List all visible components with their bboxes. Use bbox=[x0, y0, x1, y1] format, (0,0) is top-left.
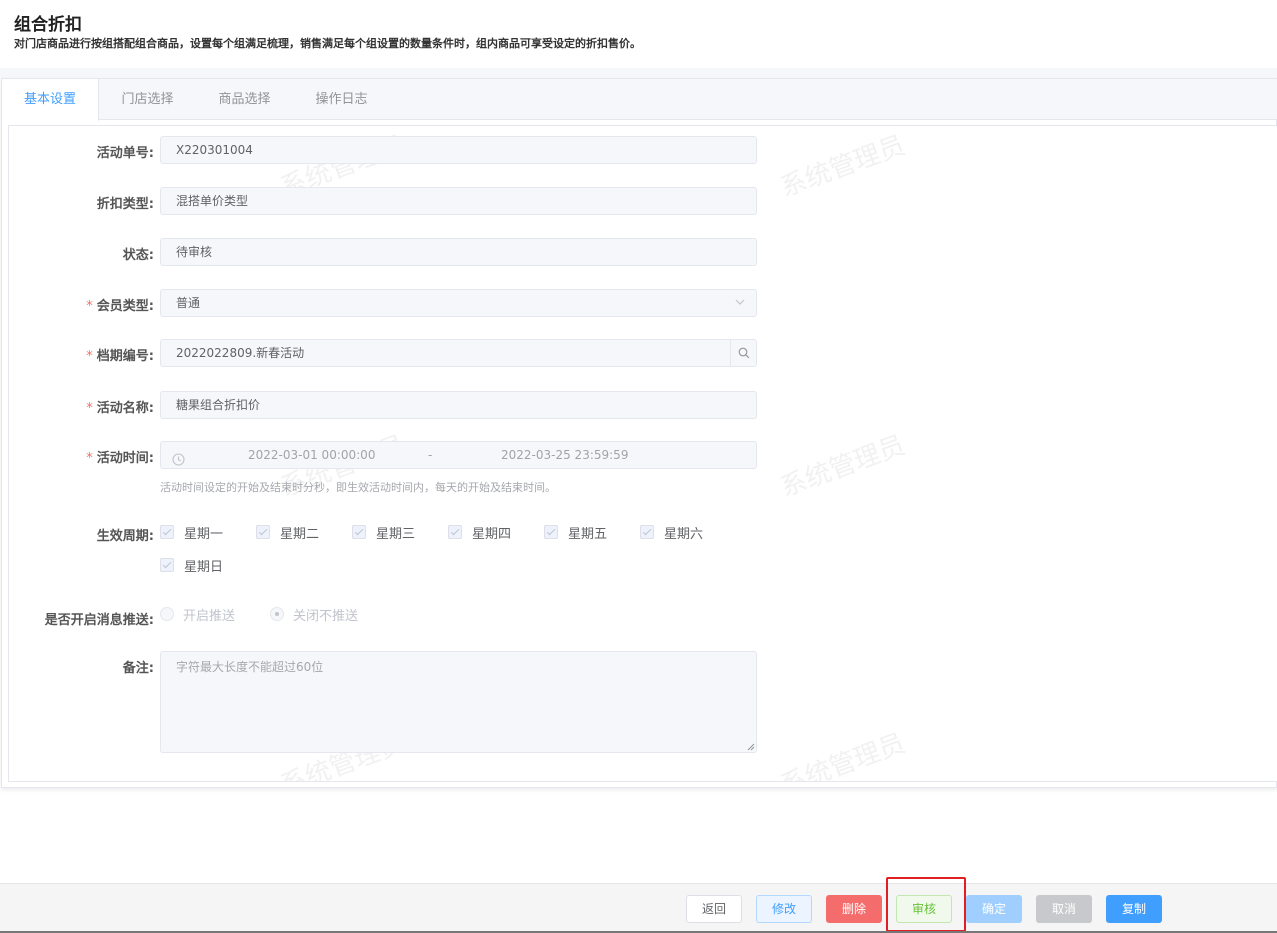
search-icon[interactable] bbox=[730, 340, 756, 366]
cancel-button[interactable]: 取消 bbox=[1036, 895, 1092, 923]
page-title: 组合折扣 bbox=[14, 15, 82, 35]
end-time: 2022-03-25 23:59:59 bbox=[501, 448, 629, 462]
discount-type-field[interactable]: 混搭单价类型 bbox=[160, 187, 757, 215]
activity-name-label: * 活动名称: bbox=[86, 397, 154, 416]
tab-store-selection[interactable]: 门店选择 bbox=[99, 79, 196, 120]
start-time: 2022-03-01 00:00:00 bbox=[248, 448, 376, 462]
radio-label: 关闭不推送 bbox=[293, 609, 359, 624]
checkbox-label: 星期六 bbox=[664, 527, 704, 542]
required-mark: * bbox=[86, 451, 93, 466]
page-description: 对门店商品进行按组搭配组合商品，设置每个组满足梳理，销售满足每个组设置的数量条件… bbox=[14, 37, 641, 50]
activity-time-label: * 活动时间: bbox=[86, 447, 154, 466]
activity-name-field[interactable]: 糖果组合折扣价 bbox=[160, 391, 757, 419]
range-separator: - bbox=[428, 448, 433, 462]
member-type-label: * 会员类型: bbox=[86, 295, 154, 314]
activity-time-hint: 活动时间设定的开始及结束时分秒，即生效活动时间内，每天的开始及结束时间。 bbox=[160, 481, 556, 494]
push-row: 是否开启消息推送: bbox=[9, 603, 769, 631]
period-no-label-text: 档期编号: bbox=[96, 349, 154, 364]
member-type-row: * 会员类型: 普通 bbox=[9, 289, 769, 317]
clock-icon bbox=[172, 449, 185, 468]
status-row: 状态: 待审核 bbox=[9, 238, 769, 266]
remark-label: 备注: bbox=[122, 661, 154, 676]
watermark: 系统管理员 bbox=[776, 430, 910, 504]
period-no-field[interactable]: 2022022809.新春活动 bbox=[160, 339, 757, 367]
checkbox-label: 星期二 bbox=[280, 527, 320, 542]
basic-settings-form: 系统管理员 系统管理员 系统管理员 系统管理员 系统管理员 系统管理员 活动单号… bbox=[8, 125, 1277, 782]
radio-dot bbox=[160, 607, 174, 621]
checkbox-box bbox=[352, 525, 366, 539]
member-type-select[interactable]: 普通 bbox=[160, 289, 757, 317]
discount-type-label: 折扣类型: bbox=[96, 197, 154, 212]
tab-bar: 基本设置 门店选择 商品选择 操作日志 bbox=[2, 79, 1277, 121]
push-label: 是否开启消息推送: bbox=[44, 613, 154, 628]
activity-name-row: * 活动名称: 糖果组合折扣价 bbox=[9, 391, 769, 419]
period-no-label: * 档期编号: bbox=[86, 345, 154, 364]
edit-button[interactable]: 修改 bbox=[756, 895, 812, 923]
page-header: 组合折扣 对门店商品进行按组搭配组合商品，设置每个组满足梳理，销售满足每个组设置… bbox=[0, 0, 1277, 68]
copy-button[interactable]: 复制 bbox=[1106, 895, 1162, 923]
tab-operation-log[interactable]: 操作日志 bbox=[293, 79, 390, 120]
radio-dot-selected bbox=[270, 607, 284, 621]
status-label: 状态: bbox=[122, 248, 154, 263]
watermark: 系统管理员 bbox=[776, 728, 910, 782]
resize-handle-icon[interactable] bbox=[747, 743, 755, 751]
back-button[interactable]: 返回 bbox=[686, 895, 742, 923]
period-no-value: 2022022809.新春活动 bbox=[176, 346, 305, 360]
checkbox-label: 星期四 bbox=[472, 527, 512, 542]
checkbox-box bbox=[640, 525, 654, 539]
required-mark: * bbox=[86, 299, 93, 314]
checkbox-box bbox=[160, 525, 174, 539]
content-card: 基本设置 门店选择 商品选择 操作日志 系统管理员 系统管理员 系统管理员 系统… bbox=[1, 78, 1277, 788]
checkbox-box bbox=[256, 525, 270, 539]
discount-type-row: 折扣类型: 混搭单价类型 bbox=[9, 187, 769, 215]
status-field[interactable]: 待审核 bbox=[160, 238, 757, 266]
page: 组合折扣 对门店商品进行按组搭配组合商品，设置每个组满足梳理，销售满足每个组设置… bbox=[0, 0, 1277, 933]
checkbox-box bbox=[448, 525, 462, 539]
effective-cycle-label: 生效周期: bbox=[96, 529, 154, 544]
header-separator bbox=[0, 68, 1277, 78]
activity-no-label: 活动单号: bbox=[96, 146, 154, 161]
activity-time-range[interactable]: 2022-03-01 00:00:00 - 2022-03-25 23:59:5… bbox=[160, 441, 757, 469]
activity-time-label-text: 活动时间: bbox=[96, 451, 154, 466]
checkbox-box bbox=[544, 525, 558, 539]
remark-placeholder: 字符最大长度不能超过60位 bbox=[176, 660, 324, 674]
chevron-down-icon bbox=[734, 290, 746, 316]
confirm-button[interactable]: 确定 bbox=[966, 895, 1022, 923]
checkbox-label: 星期一 bbox=[184, 527, 224, 542]
checkbox-label: 星期五 bbox=[568, 527, 608, 542]
checkbox-label: 星期三 bbox=[376, 527, 416, 542]
tab-product-selection[interactable]: 商品选择 bbox=[196, 79, 293, 120]
period-no-row: * 档期编号: 2022022809.新春活动 bbox=[9, 339, 769, 367]
tab-basic-settings[interactable]: 基本设置 bbox=[2, 79, 99, 121]
member-type-value: 普通 bbox=[176, 296, 201, 310]
checkbox-box bbox=[160, 558, 174, 572]
delete-button[interactable]: 删除 bbox=[826, 895, 882, 923]
checkbox-label: 星期日 bbox=[184, 560, 224, 575]
activity-time-row: * 活动时间: 2022-03-01 00:00:00 - 2022-03-25 … bbox=[9, 441, 769, 469]
remark-textarea[interactable]: 字符最大长度不能超过60位 bbox=[160, 651, 757, 753]
activity-name-label-text: 活动名称: bbox=[96, 401, 154, 416]
watermark: 系统管理员 bbox=[776, 130, 910, 204]
activity-no-row: 活动单号: X220301004 bbox=[9, 136, 769, 164]
required-mark: * bbox=[86, 349, 93, 364]
audit-button[interactable]: 审核 bbox=[896, 895, 952, 923]
activity-no-field[interactable]: X220301004 bbox=[160, 136, 757, 164]
required-mark: * bbox=[86, 401, 93, 416]
member-type-label-text: 会员类型: bbox=[96, 299, 154, 314]
radio-label: 开启推送 bbox=[183, 609, 236, 624]
footer-toolbar: 返回 修改 删除 审核 确定 取消 复制 bbox=[0, 883, 1277, 933]
